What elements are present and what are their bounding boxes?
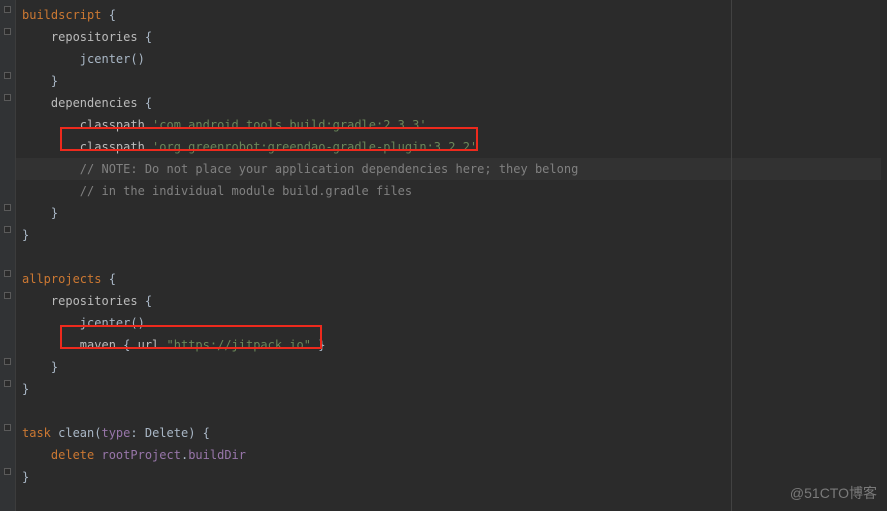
keyword: task bbox=[22, 426, 51, 440]
code-line: repositories { bbox=[22, 26, 887, 48]
code-line: } bbox=[22, 378, 887, 400]
keyword: maven bbox=[22, 338, 123, 352]
code-text: : Delete) { bbox=[130, 426, 209, 440]
brace: } bbox=[22, 206, 58, 220]
identifier: dependencies bbox=[22, 96, 138, 110]
fold-icon[interactable] bbox=[4, 292, 11, 299]
identifier: repositories bbox=[22, 30, 138, 44]
keyword: buildscript bbox=[22, 8, 101, 22]
code-line: task clean(type: Delete) { bbox=[22, 422, 887, 444]
fold-icon[interactable] bbox=[4, 94, 11, 101]
fold-icon[interactable] bbox=[4, 424, 11, 431]
code-line bbox=[22, 400, 887, 422]
fold-icon[interactable] bbox=[4, 358, 11, 365]
brace: } bbox=[22, 470, 29, 484]
fold-icon[interactable] bbox=[4, 226, 11, 233]
code-line: classpath 'com.android.tools.build:gradl… bbox=[22, 114, 887, 136]
brace: { bbox=[138, 96, 152, 110]
code-line bbox=[22, 246, 887, 268]
keyword: classpath bbox=[22, 140, 152, 154]
code-line: } bbox=[22, 466, 887, 488]
code-line: buildscript { bbox=[22, 4, 887, 26]
brace: } bbox=[22, 228, 29, 242]
brace: { bbox=[138, 294, 152, 308]
identifier: repositories bbox=[22, 294, 138, 308]
brace: } bbox=[311, 338, 325, 352]
brace: { bbox=[138, 30, 152, 44]
fold-icon[interactable] bbox=[4, 270, 11, 277]
watermark-text: @51CTO博客 bbox=[790, 483, 877, 503]
code-line: } bbox=[22, 202, 887, 224]
code-line: jcenter() bbox=[22, 312, 887, 334]
code-line: } bbox=[22, 224, 887, 246]
comment: // NOTE: Do not place your application d… bbox=[22, 162, 578, 176]
vertical-separator bbox=[731, 0, 732, 511]
code-area[interactable]: buildscript { repositories { jcenter() }… bbox=[16, 0, 887, 511]
code-line: } bbox=[22, 356, 887, 378]
code-line-active: // NOTE: Do not place your application d… bbox=[16, 158, 881, 180]
brace: { bbox=[101, 8, 115, 22]
comment: // in the individual module build.gradle… bbox=[22, 184, 412, 198]
code-line: } bbox=[22, 70, 887, 92]
fold-icon[interactable] bbox=[4, 380, 11, 387]
code-line: jcenter() bbox=[22, 48, 887, 70]
code-line: repositories { bbox=[22, 290, 887, 312]
string: 'org.greenrobot:greendao-gradle-plugin:3… bbox=[152, 140, 477, 154]
code-line: maven { url "https://jitpack.io" } bbox=[22, 334, 887, 356]
prop: rootProject bbox=[101, 448, 180, 462]
code-line: dependencies { bbox=[22, 92, 887, 114]
identifier: url bbox=[138, 338, 167, 352]
brace: } bbox=[22, 360, 58, 374]
gutter bbox=[0, 0, 16, 511]
keyword: delete bbox=[22, 448, 101, 462]
prop: buildDir bbox=[188, 448, 246, 462]
keyword: classpath bbox=[22, 118, 152, 132]
fold-icon[interactable] bbox=[4, 468, 11, 475]
string: "https://jitpack.io" bbox=[167, 338, 312, 352]
code-line: // in the individual module build.gradle… bbox=[22, 180, 887, 202]
code-text: jcenter() bbox=[22, 316, 145, 330]
brace: { bbox=[123, 338, 137, 352]
code-editor: 💡 buildscript { repositories { jcenter()… bbox=[0, 0, 887, 511]
brace: } bbox=[22, 382, 29, 396]
identifier: clean( bbox=[51, 426, 102, 440]
code-line: allprojects { bbox=[22, 268, 887, 290]
brace: { bbox=[101, 272, 115, 286]
fold-icon[interactable] bbox=[4, 204, 11, 211]
code-line: classpath 'org.greenrobot:greendao-gradl… bbox=[22, 136, 887, 158]
code-line: delete rootProject.buildDir bbox=[22, 444, 887, 466]
code-text: jcenter() bbox=[22, 52, 145, 66]
param: type bbox=[101, 426, 130, 440]
fold-icon[interactable] bbox=[4, 72, 11, 79]
brace: } bbox=[22, 74, 58, 88]
fold-icon[interactable] bbox=[4, 6, 11, 13]
fold-icon[interactable] bbox=[4, 28, 11, 35]
keyword: allprojects bbox=[22, 272, 101, 286]
string: 'com.android.tools.build:gradle:2.3.3' bbox=[152, 118, 427, 132]
